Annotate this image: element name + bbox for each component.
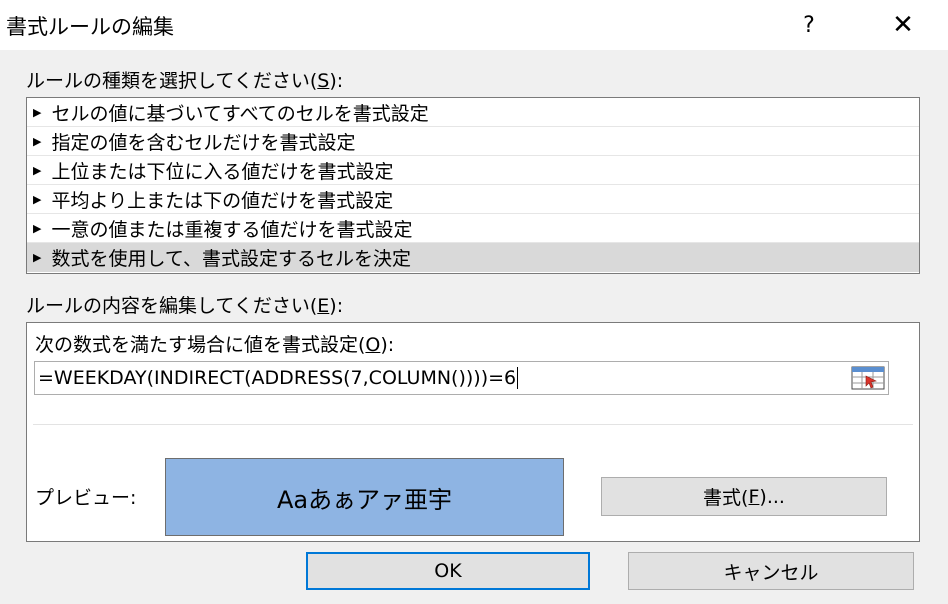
preview-text: Aaあぁアァ亜宇	[276, 485, 453, 514]
formula-input[interactable]: =WEEKDAY(INDIRECT(ADDRESS(7,COLUMN())))=…	[34, 361, 889, 395]
title-bar: 書式ルールの編集 ? ✕	[0, 0, 948, 50]
bullet-arrow-icon: ▶	[33, 192, 42, 206]
window-title: 書式ルールの編集	[6, 15, 174, 39]
rule-type-item-label: セルの値に基づいてすべてのセルを書式設定	[51, 102, 429, 125]
preview-label: プレビュー:	[35, 487, 137, 509]
ok-button[interactable]: OK	[306, 552, 590, 590]
cancel-button[interactable]: キャンセル	[628, 552, 914, 590]
rule-edit-panel: 次の数式を満たす場合に値を書式設定(O): =WEEKDAY(INDIRECT(…	[26, 322, 920, 542]
formula-label: 次の数式を満たす場合に値を書式設定(O):	[35, 334, 395, 356]
format-button[interactable]: 書式(F)...	[601, 477, 887, 516]
rule-type-item-label: 一意の値または重複する値だけを書式設定	[51, 218, 413, 241]
close-button[interactable]: ✕	[876, 0, 930, 50]
formula-value: =WEEKDAY(INDIRECT(ADDRESS(7,COLUMN())))=…	[38, 367, 517, 389]
rule-type-item-label: 平均より上または下の値だけを書式設定	[51, 189, 394, 212]
rule-type-item[interactable]: ▶ 上位または下位に入る値だけを書式設定	[27, 156, 919, 185]
panel-divider	[33, 424, 913, 425]
rule-edit-label: ルールの内容を編集してください(E):	[26, 295, 344, 317]
bullet-arrow-icon: ▶	[33, 134, 42, 148]
range-selector-icon[interactable]	[851, 363, 885, 393]
rule-type-item-label: 数式を使用して、書式設定するセルを決定	[51, 248, 411, 270]
format-preview: Aaあぁアァ亜宇	[165, 458, 564, 536]
rule-type-item[interactable]: ▶ セルの値に基づいてすべてのセルを書式設定	[27, 98, 919, 127]
rule-type-item[interactable]: ▶ 指定の値を含むセルだけを書式設定	[27, 127, 919, 156]
rule-type-item[interactable]: ▶ 平均より上または下の値だけを書式設定	[27, 185, 919, 214]
rule-type-item[interactable]: ▶ 一意の値または重複する値だけを書式設定	[27, 214, 919, 243]
rule-type-list[interactable]: ▶ セルの値に基づいてすべてのセルを書式設定 ▶ 指定の値を含むセルだけを書式設定 ▶ 上…	[26, 97, 920, 274]
rule-type-item-label: 上位または下位に入る値だけを書式設定	[51, 160, 394, 183]
bullet-arrow-icon: ▶	[33, 105, 42, 119]
rule-type-item-label: 指定の値を含むセルだけを書式設定	[51, 131, 356, 154]
bullet-arrow-icon: ▶	[33, 221, 42, 235]
bullet-arrow-icon: ▶	[33, 251, 42, 264]
rule-type-item[interactable]: ▶ 数式を使用して、書式設定するセルを決定	[27, 243, 919, 272]
text-caret	[517, 367, 519, 389]
help-button[interactable]: ?	[782, 0, 836, 50]
bullet-arrow-icon: ▶	[33, 163, 42, 177]
rule-type-label: ルールの種類を選択してください(S):	[26, 70, 344, 92]
